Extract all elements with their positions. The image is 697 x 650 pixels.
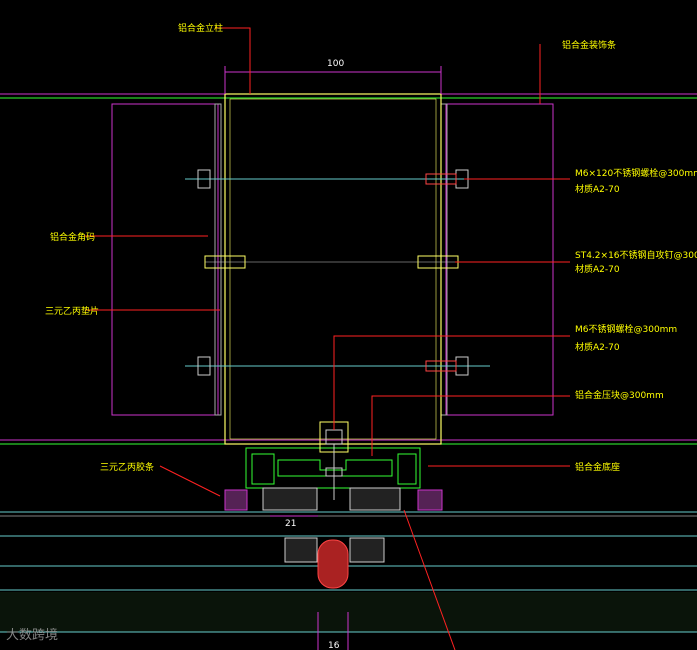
label-material-3: 材质A2-70 [575, 341, 620, 353]
label-aluminum-base: 铝合金底座 [575, 461, 620, 473]
dim-top-width: 100 [327, 59, 344, 69]
label-angle-code: 铝合金角码 [50, 231, 95, 243]
cad-drawing: 铝合金立柱 铝合金装饰条 铝合金角码 三元乙丙垫片 三元乙丙胶条 M6×120不… [0, 0, 697, 650]
label-pressure-plate: 铝合金压块@300mm [575, 389, 664, 401]
label-bolt-m6: M6不锈钢螺栓@300mm [575, 323, 677, 335]
label-self-tap-screw: ST4.2×16不锈钢自攻钉@300mm [575, 249, 697, 261]
label-material-1: 材质A2-70 [575, 183, 620, 195]
watermark: 大数跨境 [6, 628, 59, 643]
label-decor-strip: 铝合金装饰条 [562, 39, 616, 51]
label-epdm-strip: 三元乙丙胶条 [100, 461, 154, 473]
label-epdm-pad: 三元乙丙垫片 [45, 305, 99, 317]
dim-bottom-center: 16 [328, 641, 340, 650]
label-bolt-120: M6×120不锈钢螺栓@300mm [575, 167, 697, 179]
label-aluminum-mullion: 铝合金立柱 [178, 22, 223, 34]
label-material-2: 材质A2-70 [575, 263, 620, 275]
dim-bottom-left: 21 [285, 519, 296, 529]
